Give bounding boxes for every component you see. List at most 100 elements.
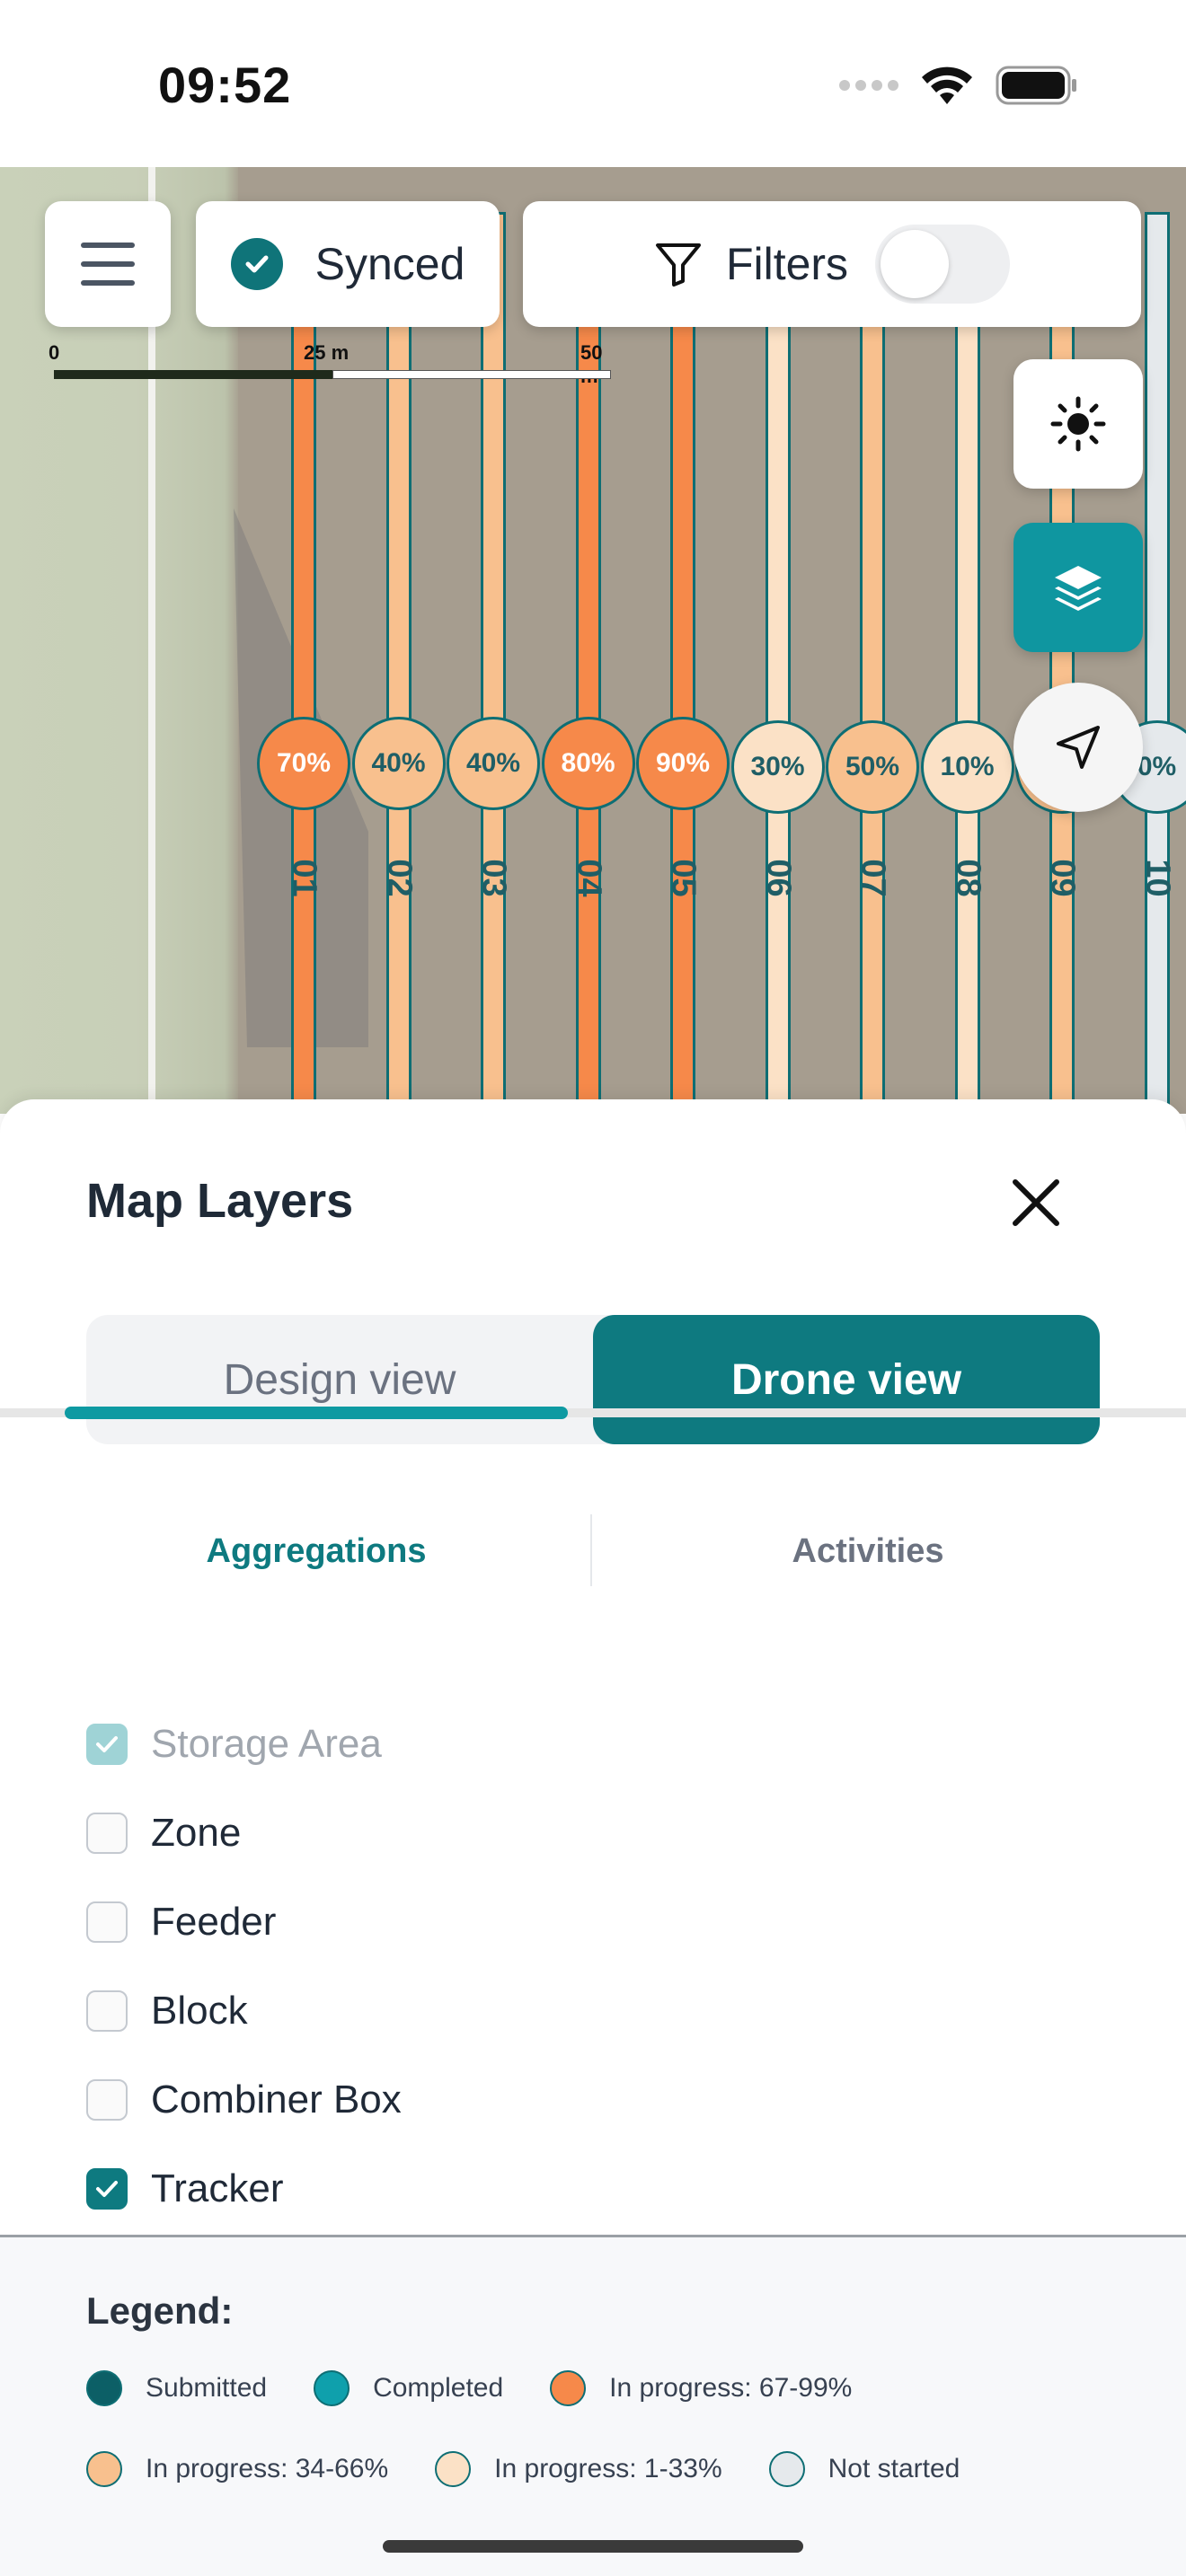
tracker-row-label: 04 <box>570 859 607 897</box>
tracker-progress-badge[interactable]: 40% <box>447 717 540 810</box>
aggregation-label: Block <box>151 1988 248 2033</box>
aggregation-item[interactable]: Combiner Box <box>86 2055 1100 2144</box>
legend-label: In progress: 34-66% <box>146 2454 389 2483</box>
tracker-progress-badge[interactable]: 90% <box>636 717 730 810</box>
tracker-row-02[interactable] <box>385 212 412 1114</box>
aggregation-checkbox[interactable] <box>86 1812 128 1854</box>
scale-label-50: 50 m <box>580 341 603 387</box>
scale-bar-segment <box>54 370 332 379</box>
navigation-arrow-icon <box>1057 726 1100 769</box>
legend-label: Completed <box>373 2373 504 2403</box>
legend-color-dot <box>768 2451 805 2487</box>
aggregation-checkbox[interactable] <box>86 1989 128 2032</box>
layer-tabs: Aggregations Activities <box>0 1495 1186 1626</box>
legend-item: Submitted <box>86 2370 267 2406</box>
tracker-row-05[interactable] <box>670 212 695 1114</box>
legend-row: In progress: 34-66% In progress: 1-33% Not… <box>86 2451 1006 2487</box>
tracker-progress-badge[interactable]: 50% <box>826 720 919 814</box>
aggregation-checkbox <box>86 1723 128 1765</box>
filters-toggle[interactable] <box>875 225 1011 304</box>
scale-bar-segment <box>332 370 611 379</box>
legend-color-dot <box>86 2370 122 2406</box>
legend-color-dot <box>550 2370 587 2406</box>
tracker-row-label: 07 <box>854 859 892 897</box>
tracker-row-06[interactable] <box>765 212 791 1114</box>
aggregation-label: Combiner Box <box>151 2077 402 2122</box>
aggregation-item[interactable]: Tracker <box>86 2144 1100 2233</box>
locate-button[interactable] <box>1013 683 1143 812</box>
home-indicator <box>383 2540 803 2553</box>
tracker-row-09[interactable] <box>1049 212 1075 1114</box>
sheet-title: Map Layers <box>86 1174 354 1228</box>
tracker-row-label: 10 <box>1138 859 1176 897</box>
legend-label: In progress: 1-33% <box>494 2454 722 2483</box>
aggregation-item[interactable]: Zone <box>86 1788 1100 1877</box>
map-layers-sheet: Map Layers Design view Drone view Aggreg… <box>0 1099 1186 2576</box>
tracker-row-label: 03 <box>474 859 513 897</box>
view-switcher: Design view Drone view <box>86 1315 1100 1444</box>
legend-color-dot <box>435 2451 472 2487</box>
menu-button[interactable] <box>45 201 171 327</box>
tab-aggregations[interactable]: Aggregations <box>65 1495 568 1608</box>
checkmark-icon <box>96 2180 118 2197</box>
tracker-progress-badge[interactable]: 70% <box>257 717 350 810</box>
aggregation-checkbox[interactable] <box>86 2167 128 2210</box>
legend-title: Legend: <box>86 2289 234 2332</box>
layers-button[interactable] <box>1013 523 1143 652</box>
tracker-progress-badge[interactable]: 80% <box>541 717 635 810</box>
status-time: 09:52 <box>158 57 292 113</box>
tracker-progress-badge[interactable]: 30% <box>730 720 825 814</box>
tracker-progress-badge[interactable]: 10% <box>920 720 1014 814</box>
design-view-option[interactable]: Design view <box>86 1315 593 1444</box>
filters-label: Filters <box>725 239 849 289</box>
tracker-row-03[interactable] <box>481 212 506 1114</box>
scale-label-25: 25 m <box>304 341 350 364</box>
tracker-row-10[interactable] <box>1144 212 1170 1114</box>
tracker-progress-badge[interactable]: 40% <box>351 717 446 810</box>
legend-item: In progress: 34-66% <box>86 2451 388 2487</box>
tracker-row-label: 05 <box>664 859 703 897</box>
legend-row: Submitted Completed In progress: 67-99% <box>86 2370 898 2406</box>
tab-activities[interactable]: Activities <box>593 1495 1143 1608</box>
aggregation-checkbox[interactable] <box>86 2078 128 2121</box>
check-badge-icon <box>230 238 283 290</box>
legend-label: Not started <box>828 2454 960 2483</box>
tracker-row-label: 08 <box>949 859 987 897</box>
tracker-row-07[interactable] <box>860 212 885 1114</box>
scale-label-0: 0 <box>49 341 60 364</box>
status-icons <box>839 65 1078 106</box>
legend-item: In progress: 1-33% <box>435 2451 722 2487</box>
aggregation-label: Zone <box>151 1810 242 1855</box>
legend-label: In progress: 67-99% <box>609 2373 853 2403</box>
tab-active-indicator <box>65 1407 568 1419</box>
filter-icon <box>655 243 701 287</box>
layers-icon <box>1055 566 1102 611</box>
legend-label: Submitted <box>146 2373 268 2403</box>
brightness-button[interactable] <box>1013 359 1143 489</box>
legend: Legend: Submitted Completed In progress: 6… <box>0 2237 1186 2576</box>
aggregation-label: Tracker <box>151 2166 284 2210</box>
tracker-row-label: 09 <box>1043 859 1082 897</box>
sun-icon <box>1050 396 1106 452</box>
legend-item: In progress: 67-99% <box>550 2370 852 2406</box>
status-bar: 09:52 <box>0 0 1186 167</box>
close-button[interactable] <box>1005 1171 1067 1234</box>
wifi-icon <box>922 66 972 104</box>
aggregation-item[interactable]: Feeder <box>86 1877 1100 1966</box>
tracker-row-label: 06 <box>759 859 797 897</box>
signal-icon <box>839 80 898 91</box>
filters-button[interactable]: Filters <box>523 201 1141 327</box>
legend-color-dot <box>314 2370 350 2406</box>
aggregation-label: Storage Area <box>151 1721 382 1766</box>
legend-item: Not started <box>768 2451 960 2487</box>
aggregation-item[interactable]: Block <box>86 1966 1100 2055</box>
aggregation-checkbox[interactable] <box>86 1901 128 1943</box>
synced-button[interactable]: Synced <box>196 201 500 327</box>
legend-color-dot <box>86 2451 122 2487</box>
tracker-row-08[interactable] <box>954 212 980 1114</box>
drone-view-option[interactable]: Drone view <box>593 1315 1100 1444</box>
aggregation-item: Storage Area <box>86 1699 1100 1788</box>
aggregation-label: Feeder <box>151 1899 277 1944</box>
toggle-knob <box>881 230 950 298</box>
tracker-row-label: 01 <box>285 859 323 897</box>
